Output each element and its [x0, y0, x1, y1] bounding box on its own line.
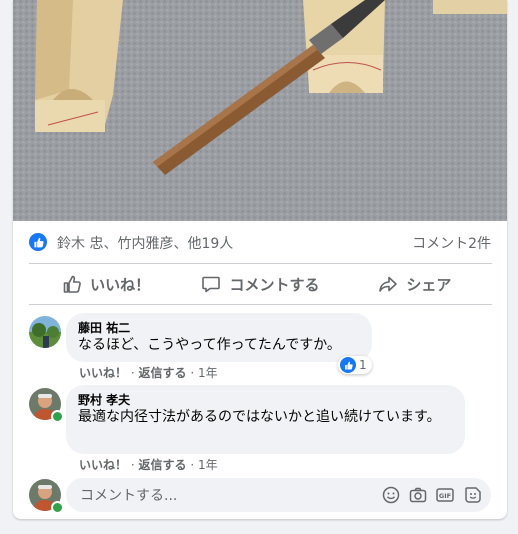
reaction-count: 1 — [359, 358, 367, 372]
comment-bubble: 野村 孝夫 最適な内径寸法があるのではないかと追い続けています。 — [66, 385, 465, 454]
comment-icon — [202, 276, 221, 293]
post-card: 鈴木 忠、竹内雅彦、他19人 コメント2件 いいね！ コメントする シェア 藤田… — [13, 0, 507, 519]
svg-text:GIF: GIF — [439, 492, 451, 500]
comment-author[interactable]: 藤田 祐二 — [78, 320, 360, 336]
comment-time[interactable]: 1年 — [198, 458, 218, 472]
camera-icon[interactable] — [409, 486, 427, 504]
comment-reply-link[interactable]: 返信する — [138, 366, 186, 380]
separator: · — [190, 366, 198, 380]
post-photo[interactable] — [13, 0, 507, 221]
comment-reply-link[interactable]: 返信する — [138, 458, 186, 472]
comment-composer: GIF — [66, 478, 491, 514]
sticker-icon[interactable] — [464, 486, 482, 504]
action-bar: いいね！ コメントする シェア — [29, 264, 492, 304]
like-icon — [63, 275, 82, 293]
comment-text: なるほど、こうやって作ってたんですか。 — [78, 337, 341, 353]
comment-reaction-count[interactable]: 1 — [338, 356, 372, 374]
like-button[interactable]: いいね！ — [29, 264, 183, 304]
emoji-icon[interactable] — [382, 486, 400, 504]
reactors-text[interactable]: 鈴木 忠、竹内雅彦、他19人 — [57, 233, 233, 253]
share-button-label: シェア — [406, 275, 452, 294]
comment-meta: いいね！ · 返信する · 1年 — [79, 364, 218, 381]
online-status-icon — [51, 501, 64, 514]
comment-text: 最適な内径寸法があるのではないかと追い続けています。 — [78, 409, 441, 425]
like-reaction-icon — [340, 357, 356, 373]
comment-input[interactable] — [78, 478, 362, 514]
comment-bubble: 藤田 祐二 なるほど、こうやって作ってたんですか。 — [66, 313, 372, 362]
comment-count[interactable]: コメント2件 — [412, 233, 491, 253]
divider — [29, 304, 492, 305]
comment-author[interactable]: 野村 孝夫 — [78, 392, 453, 408]
like-button-label: いいね！ — [90, 275, 151, 294]
comment-time[interactable]: 1年 — [198, 366, 218, 380]
like-reaction-icon[interactable] — [29, 233, 47, 251]
comment-meta: いいね！ · 返信する · 1年 — [79, 456, 218, 473]
avatar[interactable] — [29, 316, 61, 348]
comment-button[interactable]: コメントする — [183, 264, 337, 304]
online-status-icon — [51, 410, 64, 423]
separator: · — [190, 458, 198, 472]
share-button[interactable]: シェア — [338, 264, 492, 304]
comment-like-link[interactable]: いいね！ — [79, 458, 127, 472]
gif-icon[interactable]: GIF — [436, 486, 454, 504]
comment-like-link[interactable]: いいね！ — [79, 366, 127, 380]
comment-button-label: コメントする — [229, 275, 320, 294]
share-icon — [379, 276, 398, 292]
